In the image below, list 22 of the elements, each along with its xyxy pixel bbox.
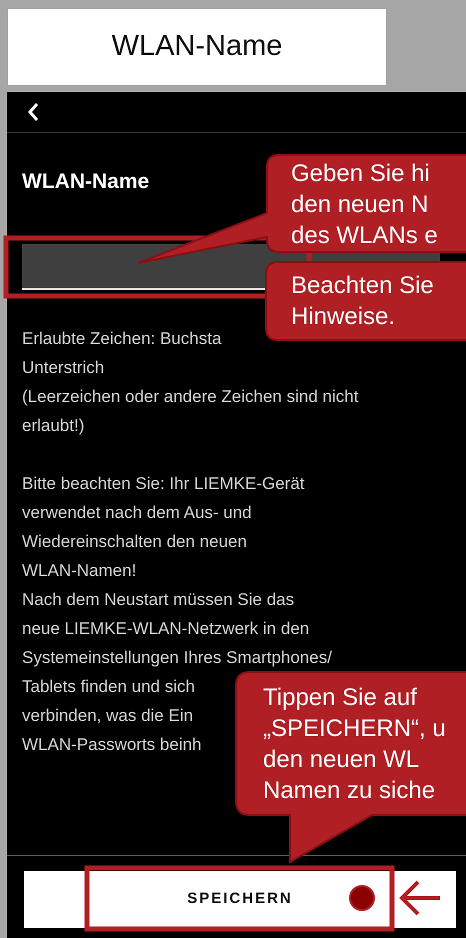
hint-text-line: Systemeinstellungen Ihres Smartphones/ — [22, 647, 332, 669]
hint-text-line: Wiedereinschalten den neuen — [22, 531, 247, 553]
hint-text-line: Unterstrich — [22, 357, 104, 379]
hint-text-line: Bitte beachten Sie: Ihr LIEMKE-Gerät — [22, 473, 305, 495]
page-title: WLAN-Name — [22, 169, 150, 195]
hint-text-line: verwendet nach dem Aus- und — [22, 502, 252, 524]
hint-text-line: WLAN-Namen! — [22, 560, 136, 582]
callout-text: Tippen Sie auf „SPEICHERN“, u den neuen WL Namen zu siche — [263, 683, 446, 806]
callout-text: Beachten Sie Hinweise. — [291, 271, 434, 332]
hint-text-line: erlaubt!) — [22, 415, 84, 437]
caption-title: WLAN-Name — [112, 29, 282, 64]
hint-text-line: neue LIEMKE-WLAN-Netzwerk in den — [22, 618, 310, 640]
hint-text-line: verbinden, was die Ein — [22, 705, 194, 727]
back-icon[interactable] — [27, 102, 39, 122]
arrow-icon — [399, 880, 442, 916]
hint-text-line: Erlaubte Zeichen: Buchsta — [22, 328, 222, 350]
hint-text-line: Tablets finden und sich — [22, 676, 195, 698]
callout-text: Geben Sie hi den neuen N des WLANs e — [291, 159, 438, 251]
hint-text-line: (Leerzeichen oder andere Zeichen sind nicht — [22, 386, 358, 408]
hint-text-line: WLAN-Passworts beinh — [22, 734, 202, 756]
save-button[interactable]: SPEICHERN — [24, 871, 456, 928]
hint-text-line: Nach dem Neustart müssen Sie das — [22, 589, 294, 611]
